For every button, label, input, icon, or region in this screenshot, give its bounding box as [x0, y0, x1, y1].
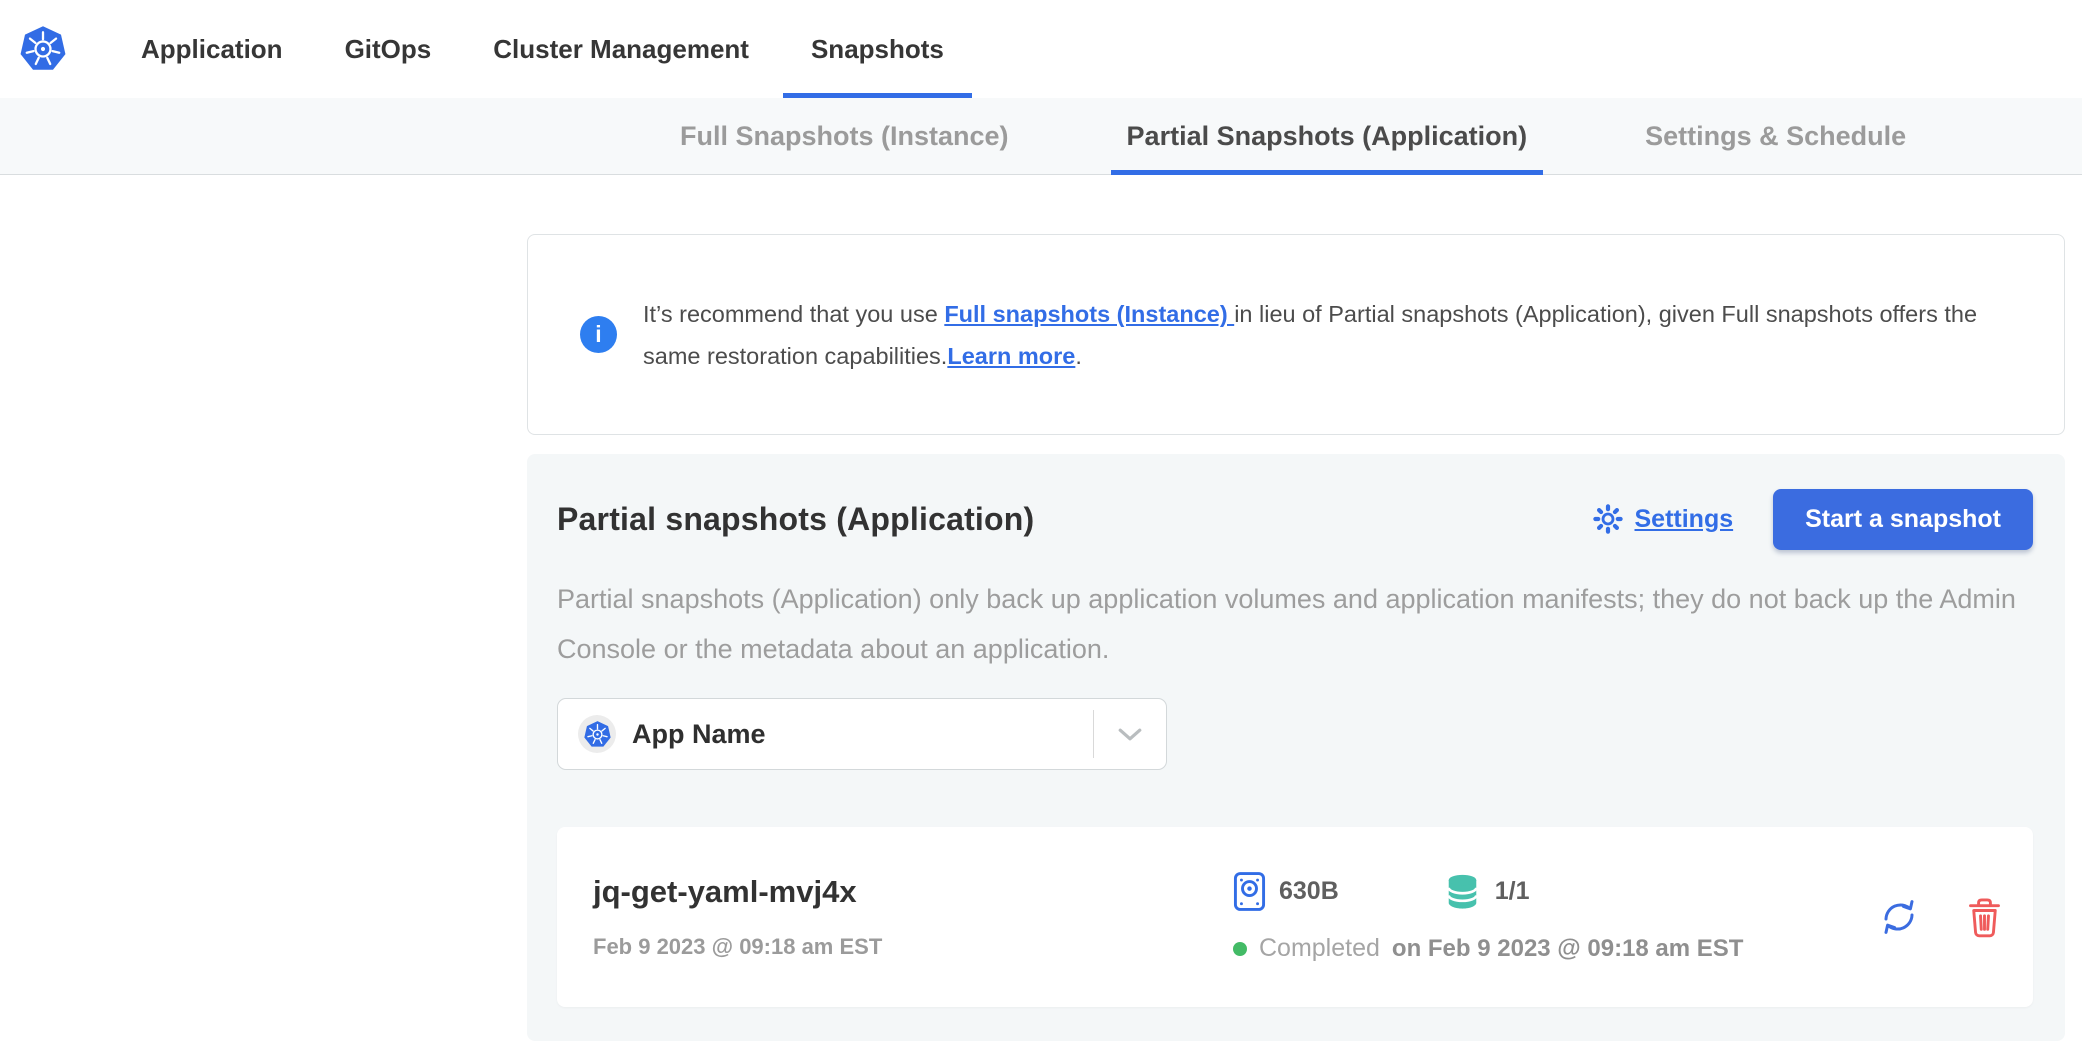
tab-settings-schedule[interactable]: Settings & Schedule [1629, 98, 1922, 174]
info-icon: i [580, 316, 617, 353]
chevron-down-icon [1094, 728, 1166, 741]
top-nav: Application GitOps Cluster Management Sn… [0, 0, 2082, 98]
snapshot-status: Completed on Feb 9 2023 @ 09:18 am EST [1233, 934, 1743, 963]
gear-icon [1591, 502, 1625, 536]
learn-more-link[interactable]: Learn more [947, 343, 1075, 369]
snapshots-subtab-bar: Full Snapshots (Instance) Partial Snapsh… [0, 98, 2082, 175]
disk-icon [1233, 871, 1266, 912]
nav-item-gitops[interactable]: GitOps [345, 0, 432, 98]
restore-button[interactable] [1876, 894, 1922, 940]
snapshot-started-date: Feb 9 2023 @ 09:18 am EST [593, 934, 1233, 960]
volumes-icon [1443, 873, 1482, 911]
snapshot-metrics-top: 630B 1/1 [1233, 871, 1743, 912]
settings-link[interactable]: Settings [1591, 502, 1734, 536]
status-finished-date: on Feb 9 2023 @ 09:18 am EST [1392, 935, 1744, 963]
app-name-select[interactable]: App Name [557, 698, 1167, 770]
kubernetes-icon [578, 715, 616, 753]
info-callout: i It’s recommend that you use Full snaps… [527, 234, 2065, 435]
snapshot-row: jq-get-yaml-mvj4x Feb 9 2023 @ 09:18 am … [557, 827, 2033, 1007]
callout-text: It’s recommend that you use Full snapsho… [643, 293, 2008, 377]
trash-icon [1966, 896, 2003, 939]
app-select-value: App Name [632, 719, 766, 750]
kubernetes-logo-icon [20, 26, 66, 72]
snapshot-name: jq-get-yaml-mvj4x [593, 874, 1233, 910]
header-actions: Settings Start a snapshot [1591, 489, 2034, 550]
full-snapshots-instance-link[interactable]: Full snapshots (Instance) [944, 301, 1234, 327]
callout-text-before: It’s recommend that you use [643, 301, 944, 327]
restore-icon [1876, 894, 1922, 940]
tab-full-snapshots-instance[interactable]: Full Snapshots (Instance) [664, 98, 1025, 174]
kubernetes-logo[interactable] [20, 0, 66, 98]
snapshots-page: Application GitOps Cluster Management Sn… [0, 0, 2082, 1056]
snapshot-size-metric: 630B [1233, 871, 1339, 912]
nav-item-snapshots[interactable]: Snapshots [811, 0, 944, 98]
nav-item-cluster-management[interactable]: Cluster Management [493, 0, 749, 98]
status-label: Completed [1259, 934, 1380, 963]
panel-header: Partial snapshots (Application) [557, 488, 2033, 550]
main-content: i It’s recommend that you use Full snaps… [0, 176, 2082, 1056]
tab-partial-snapshots-application[interactable]: Partial Snapshots (Application) [1111, 98, 1544, 174]
snapshot-info: jq-get-yaml-mvj4x Feb 9 2023 @ 09:18 am … [593, 874, 1233, 960]
start-snapshot-button[interactable]: Start a snapshot [1773, 489, 2033, 550]
settings-link-label: Settings [1635, 505, 1734, 534]
snapshot-volume-count: 1/1 [1495, 877, 1530, 906]
callout-text-after: . [1075, 343, 1082, 369]
status-dot [1233, 942, 1247, 956]
snapshot-metrics: 630B 1/1 [1233, 871, 1743, 963]
delete-button[interactable] [1966, 896, 2003, 939]
main-nav: Application GitOps Cluster Management Sn… [141, 0, 1006, 98]
partial-snapshots-panel: Partial snapshots (Application) [527, 454, 2065, 1041]
snapshot-actions [1876, 894, 2003, 940]
snapshot-volumes-metric: 1/1 [1443, 873, 1530, 911]
nav-item-application[interactable]: Application [141, 0, 283, 98]
snapshot-size: 630B [1279, 877, 1339, 906]
panel-description: Partial snapshots (Application) only bac… [557, 574, 2027, 674]
page-title: Partial snapshots (Application) [557, 501, 1034, 538]
